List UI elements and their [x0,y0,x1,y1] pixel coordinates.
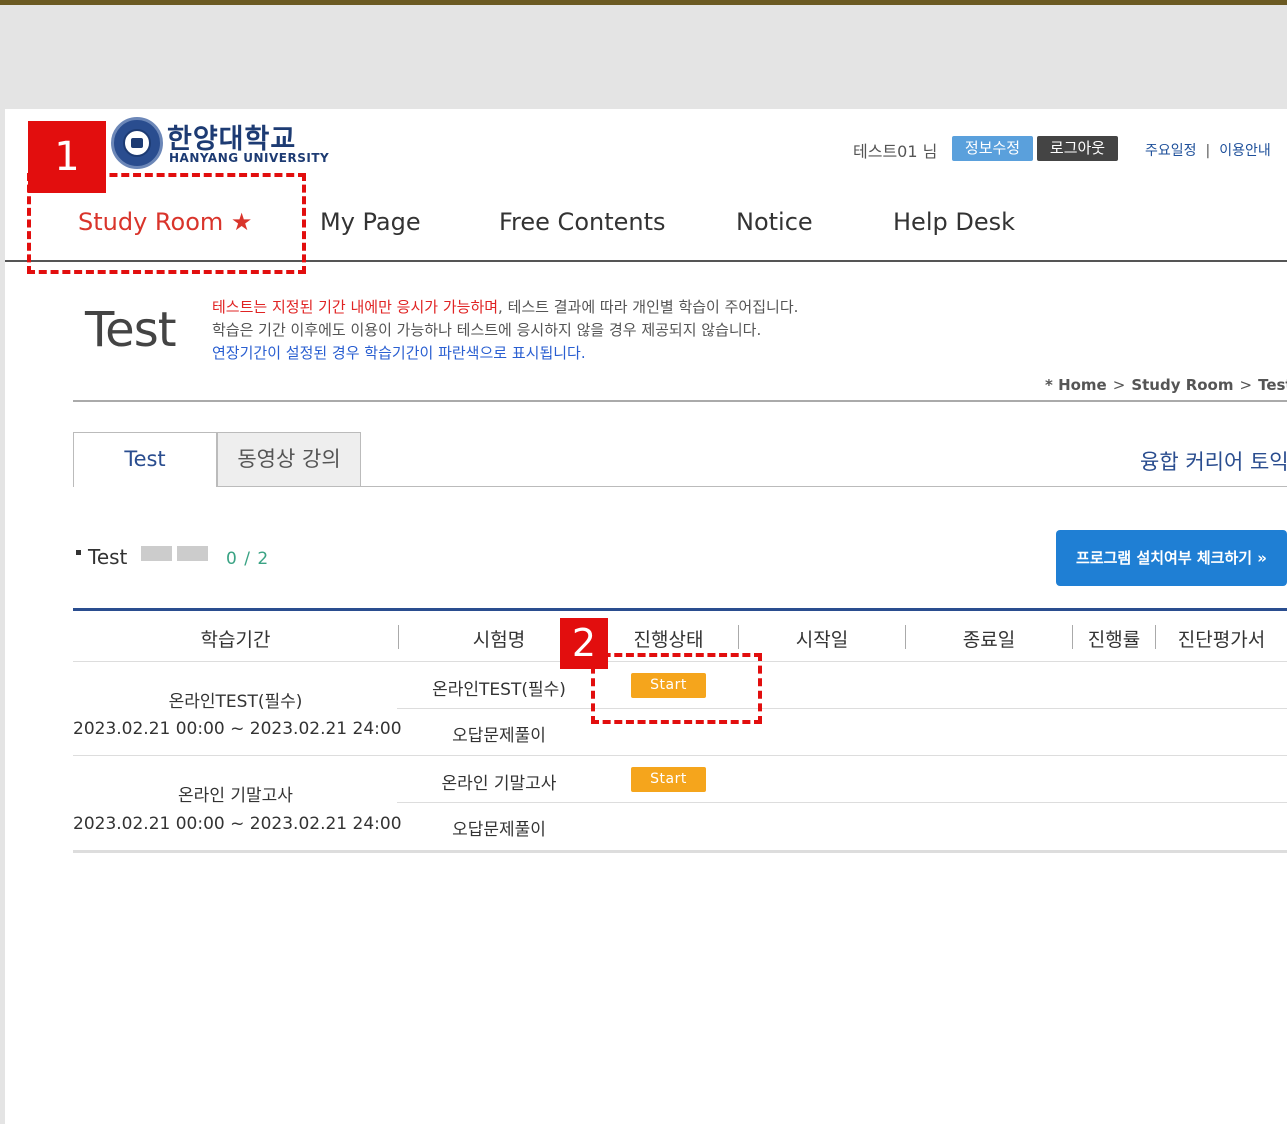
course-name: 융합 커리어 토익 [1140,450,1287,474]
tab-test[interactable]: Test [73,432,217,487]
row-divider [397,802,1287,803]
program-install-check-button[interactable]: 프로그램 설치여부 체크하기 » [1056,530,1287,586]
window-top-border [0,0,1287,5]
header-end-date: 종료일 [962,629,1016,651]
step-1-badge: 1 [28,121,106,193]
breadcrumb-separator: > [1239,376,1253,394]
description-line-1-rest: , 테스트 결과에 따라 개인별 학습이 주어집니다. [498,298,799,316]
schedule-link[interactable]: 주요일정 [1145,143,1197,159]
description-line-2: 학습은 기간 이후에도 이용이 가능하나 테스트에 응시하지 않을 경우 제공되… [212,321,762,339]
tab-video-lecture[interactable]: 동영상 강의 [217,432,361,487]
section-bullet-icon [76,550,81,555]
row-2-period: 2023.02.21 00:00 ~ 2023.02.21 24:00 [73,814,402,834]
description-warning: 테스트는 지정된 기간 내에만 응시가 가능하며 [212,298,499,316]
section-title: Test [88,545,128,569]
test-progress-count: 0 / 2 [226,549,270,569]
header-diagnostic-report: 진단평가서 [1177,629,1266,651]
breadcrumb-study-room[interactable]: Study Room [1131,376,1233,394]
table-bottom-border [73,850,1287,853]
university-logo[interactable]: 한양대학교 HANYANG UNIVERSITY [111,117,329,173]
row-2-exam-name[interactable]: 온라인 기말고사 [399,769,599,794]
logout-button[interactable]: 로그아웃 [1037,136,1118,161]
header-start-date: 시작일 [795,629,849,651]
description-line-3: 연장기간이 설정된 경우 학습기간이 파란색으로 표시됩니다. [212,344,586,362]
guide-link[interactable]: 이용안내 [1219,143,1271,159]
header-status: 진행상태 [633,629,704,651]
row-1-review[interactable]: 오답문제풀이 [399,721,599,746]
row-1-exam-name[interactable]: 온라인TEST(필수) [399,675,599,700]
breadcrumb-home[interactable]: * Home [1045,376,1107,394]
redacted-block [141,546,172,561]
row-2-group-title: 온라인 기말고사 [178,786,293,806]
highlight-start-button [591,653,762,724]
breadcrumb: * Home > Study Room > Test [1045,376,1287,394]
utility-links: 주요일정 | 이용안내 [1145,140,1271,160]
nav-help-desk[interactable]: Help Desk [893,208,1015,236]
description-line-1: 테스트는 지정된 기간 내에만 응시가 가능하며, 테스트 결과에 따라 개인별… [212,296,798,317]
breadcrumb-test: Test [1258,376,1287,394]
page-title: Test [85,302,177,358]
nav-free-contents[interactable]: Free Contents [499,208,666,236]
table-top-border [73,608,1287,611]
row-1-group-title: 온라인TEST(필수) [168,692,303,712]
header-study-period: 학습기간 [200,629,271,651]
header-progress-rate: 진행률 [1087,629,1141,651]
university-seal-icon [111,117,163,169]
title-divider [73,400,1287,402]
redacted-block [177,546,208,561]
row-divider [73,755,1287,756]
user-greeting: 테스트01 님 [853,142,938,161]
nav-notice[interactable]: Notice [736,208,813,236]
nav-my-page[interactable]: My Page [320,208,421,236]
row-2-start-button[interactable]: Start [631,767,706,792]
row-divider [397,708,1287,709]
util-separator: | [1205,143,1211,159]
step-2-badge: 2 [560,618,608,669]
row-1-period: 2023.02.21 00:00 ~ 2023.02.21 24:00 [73,719,402,739]
edit-profile-button[interactable]: 정보수정 [952,136,1033,161]
logo-english-text: HANYANG UNIVERSITY [169,151,330,165]
breadcrumb-separator: > [1112,376,1126,394]
row-2-review[interactable]: 오답문제풀이 [399,815,599,840]
page: 한양대학교 HANYANG UNIVERSITY 테스트01 님 정보수정 로그… [5,109,1287,1124]
tab-baseline [361,486,1287,487]
